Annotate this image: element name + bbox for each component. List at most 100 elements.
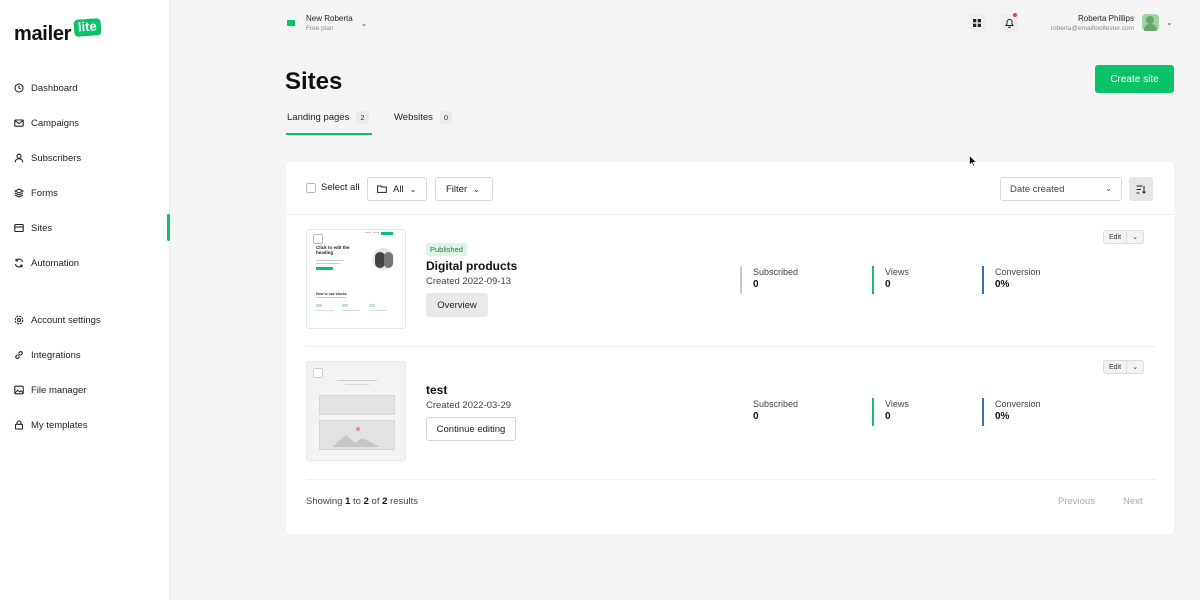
total-results: 2 bbox=[382, 496, 388, 507]
site-thumbnail[interactable]: Click to edit the heading How to use blo… bbox=[306, 229, 406, 329]
sidebar-item-label: Dashboard bbox=[31, 82, 78, 94]
notification-dot bbox=[1013, 13, 1017, 17]
overview-button[interactable]: Overview bbox=[426, 293, 488, 317]
showing-prefix: Showing bbox=[306, 496, 343, 507]
site-name[interactable]: Digital products bbox=[426, 259, 517, 273]
site-created-date: Created 2022-03-29 bbox=[426, 400, 512, 411]
workspace-switcher[interactable]: New Roberta Free plan ⌄ bbox=[284, 13, 367, 33]
thumb-button bbox=[316, 267, 333, 270]
tab-websites[interactable]: Websites 0 bbox=[394, 111, 453, 124]
thumb-feature bbox=[316, 304, 322, 307]
sidebar-item-label: Account settings bbox=[31, 314, 101, 326]
logo-badge: lite bbox=[73, 18, 102, 37]
tab-label: Landing pages bbox=[287, 112, 350, 123]
notifications-button[interactable] bbox=[1000, 13, 1018, 32]
user-menu[interactable]: Roberta Phillips roberta@emailtooltester… bbox=[1051, 13, 1134, 34]
mailerlite-logo[interactable]: mailer lite bbox=[14, 18, 102, 45]
tab-count: 2 bbox=[356, 111, 369, 124]
sidebar-item-subscribers[interactable]: Subscribers bbox=[14, 148, 81, 168]
link-icon bbox=[14, 350, 24, 360]
chevron-down-icon[interactable]: ⌄ bbox=[1166, 18, 1173, 27]
browser-icon bbox=[14, 223, 24, 233]
sidebar-item-label: Sites bbox=[31, 222, 53, 234]
lock-icon bbox=[14, 420, 24, 430]
clock-icon bbox=[14, 83, 24, 93]
thumb-feature bbox=[342, 304, 348, 307]
mountain-placeholder-icon bbox=[332, 427, 380, 447]
stat-bar bbox=[872, 266, 874, 294]
row-checkbox[interactable] bbox=[313, 368, 323, 378]
avatar[interactable] bbox=[1142, 14, 1159, 31]
thumb-text bbox=[369, 310, 387, 311]
sidebar-item-dashboard[interactable]: Dashboard bbox=[14, 78, 77, 98]
gear-icon bbox=[14, 315, 24, 325]
table-row: test Created 2022-03-29 Continue editing… bbox=[286, 347, 1174, 477]
status-badge: Published bbox=[426, 243, 467, 256]
select-all-label: Select all bbox=[321, 182, 360, 193]
tab-count: 0 bbox=[439, 111, 453, 124]
stat-bar bbox=[740, 398, 742, 426]
workspace-plan: Free plan bbox=[306, 25, 334, 32]
thumb-text bbox=[337, 380, 377, 381]
edit-button[interactable]: Edit bbox=[1104, 231, 1128, 243]
tab-landing-pages[interactable]: Landing pages 2 bbox=[287, 111, 369, 124]
chevron-down-icon[interactable]: ⌄ bbox=[1127, 363, 1143, 371]
stat-views: Views 0 bbox=[872, 266, 909, 294]
page-title: Sites bbox=[285, 68, 343, 95]
sidebar-item-label: My templates bbox=[31, 419, 88, 431]
sort-select[interactable]: Date created ⌄ bbox=[1000, 177, 1122, 201]
sidebar-item-my-templates[interactable]: My templates bbox=[14, 415, 88, 435]
sidebar-item-automation[interactable]: Automation bbox=[14, 253, 79, 273]
sidebar-item-label: Campaigns bbox=[31, 117, 80, 129]
pagination-summary: Showing 1 to 2 of 2 results bbox=[306, 496, 418, 507]
filter-button[interactable]: Filter ⌄ bbox=[435, 177, 493, 201]
sites-list-card: Select all All ⌄ Filter ⌄ Date created ⌄… bbox=[286, 162, 1174, 534]
thumb-nav bbox=[373, 232, 379, 233]
sidebar-item-sites[interactable]: Sites bbox=[14, 218, 52, 238]
next-page-button[interactable]: Next bbox=[1123, 496, 1143, 507]
continue-editing-button[interactable]: Continue editing bbox=[426, 417, 516, 441]
edit-button[interactable]: Edit bbox=[1104, 361, 1128, 373]
workspace-name: New Roberta bbox=[306, 14, 353, 23]
filter-label: Filter bbox=[446, 183, 468, 195]
folder-filter-button[interactable]: All ⌄ bbox=[367, 177, 427, 201]
thumb-text bbox=[316, 310, 334, 311]
sidebar-item-account-settings[interactable]: Account settings bbox=[14, 310, 101, 330]
apps-grid-button[interactable] bbox=[968, 14, 986, 32]
to-word: to bbox=[353, 496, 361, 507]
stat-subscribed: Subscribed 0 bbox=[740, 398, 798, 426]
sidebar-item-file-manager[interactable]: File manager bbox=[14, 380, 86, 400]
folder-filter-label: All bbox=[393, 183, 404, 195]
mouse-cursor-icon bbox=[969, 155, 977, 167]
stat-value: 0 bbox=[885, 279, 891, 290]
sidebar-item-forms[interactable]: Forms bbox=[14, 183, 58, 203]
thumb-block bbox=[319, 420, 395, 450]
stat-label: Views bbox=[885, 399, 909, 409]
previous-page-button[interactable]: Previous bbox=[1058, 496, 1095, 507]
stat-value: 0% bbox=[995, 279, 1010, 290]
sort-order-button[interactable] bbox=[1129, 177, 1153, 201]
create-site-button[interactable]: Create site bbox=[1095, 65, 1174, 93]
sidebar-item-integrations[interactable]: Integrations bbox=[14, 345, 81, 365]
site-thumbnail[interactable] bbox=[306, 361, 406, 461]
stat-value: 0 bbox=[753, 279, 759, 290]
bell-icon bbox=[1004, 19, 1014, 28]
stat-value: 0 bbox=[885, 411, 891, 422]
site-name[interactable]: test bbox=[426, 383, 447, 397]
row-divider bbox=[306, 479, 1156, 480]
stat-bar bbox=[740, 266, 742, 294]
row-checkbox[interactable] bbox=[313, 234, 323, 244]
sidebar-item-label: File manager bbox=[31, 384, 87, 396]
chevron-down-icon[interactable]: ⌄ bbox=[1127, 233, 1143, 241]
select-all-checkbox[interactable] bbox=[306, 183, 316, 193]
refresh-icon bbox=[14, 258, 24, 268]
mail-icon bbox=[14, 118, 24, 128]
results-word: results bbox=[390, 496, 419, 507]
sidebar-item-campaigns[interactable]: Campaigns bbox=[14, 113, 79, 133]
user-email: roberta@emailtooltester.com bbox=[1050, 25, 1134, 32]
stat-label: Conversion bbox=[995, 267, 1041, 277]
logo-text: mailer bbox=[14, 23, 72, 45]
stat-label: Views bbox=[885, 267, 909, 277]
stat-views: Views 0 bbox=[872, 398, 909, 426]
range-to: 2 bbox=[363, 496, 369, 507]
